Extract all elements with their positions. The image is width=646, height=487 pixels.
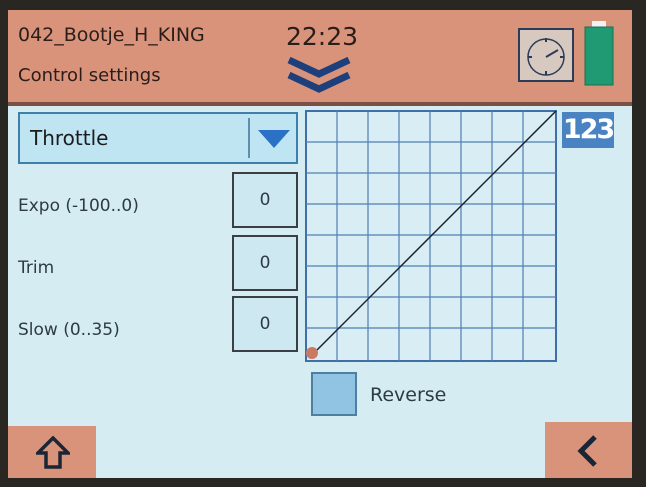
- throttle-curve-graph: [305, 110, 557, 362]
- header-bar: 042_Bootje_H_KING Control settings 22:23: [8, 10, 632, 106]
- screen-title: Control settings: [18, 65, 161, 86]
- clock: 22:23: [286, 22, 359, 51]
- expo-value-box[interactable]: 0: [232, 172, 298, 228]
- battery-icon: [584, 21, 614, 86]
- timer-icon[interactable]: [518, 28, 574, 82]
- chevron-down-icon[interactable]: [258, 130, 290, 148]
- numeric-mode-icon[interactable]: 123: [562, 112, 615, 148]
- slow-value-box[interactable]: 0: [232, 296, 298, 352]
- double-chevron-down-icon[interactable]: [285, 56, 353, 94]
- control-settings-panel: Throttle Expo (-100..0) 0 Trim 0 Slow (0…: [8, 106, 632, 424]
- expo-label: Expo (-100..0): [18, 196, 139, 216]
- curve-cursor: [306, 347, 318, 359]
- reverse-label: Reverse: [370, 384, 447, 406]
- chevron-left-icon: [577, 435, 597, 467]
- slow-label: Slow (0..35): [18, 320, 120, 340]
- reverse-checkbox[interactable]: [311, 372, 357, 416]
- dropdown-divider: [248, 118, 250, 158]
- home-button[interactable]: [8, 426, 96, 478]
- channel-dropdown[interactable]: Throttle: [18, 112, 298, 164]
- trim-label: Trim: [18, 258, 55, 278]
- home-icon: [36, 436, 70, 469]
- channel-selected-label: Throttle: [30, 126, 109, 150]
- trim-value-box[interactable]: 0: [232, 235, 298, 291]
- transmitter-screen: 042_Bootje_H_KING Control settings 22:23…: [8, 10, 632, 478]
- model-name: 042_Bootje_H_KING: [18, 24, 205, 46]
- back-button[interactable]: [545, 422, 632, 478]
